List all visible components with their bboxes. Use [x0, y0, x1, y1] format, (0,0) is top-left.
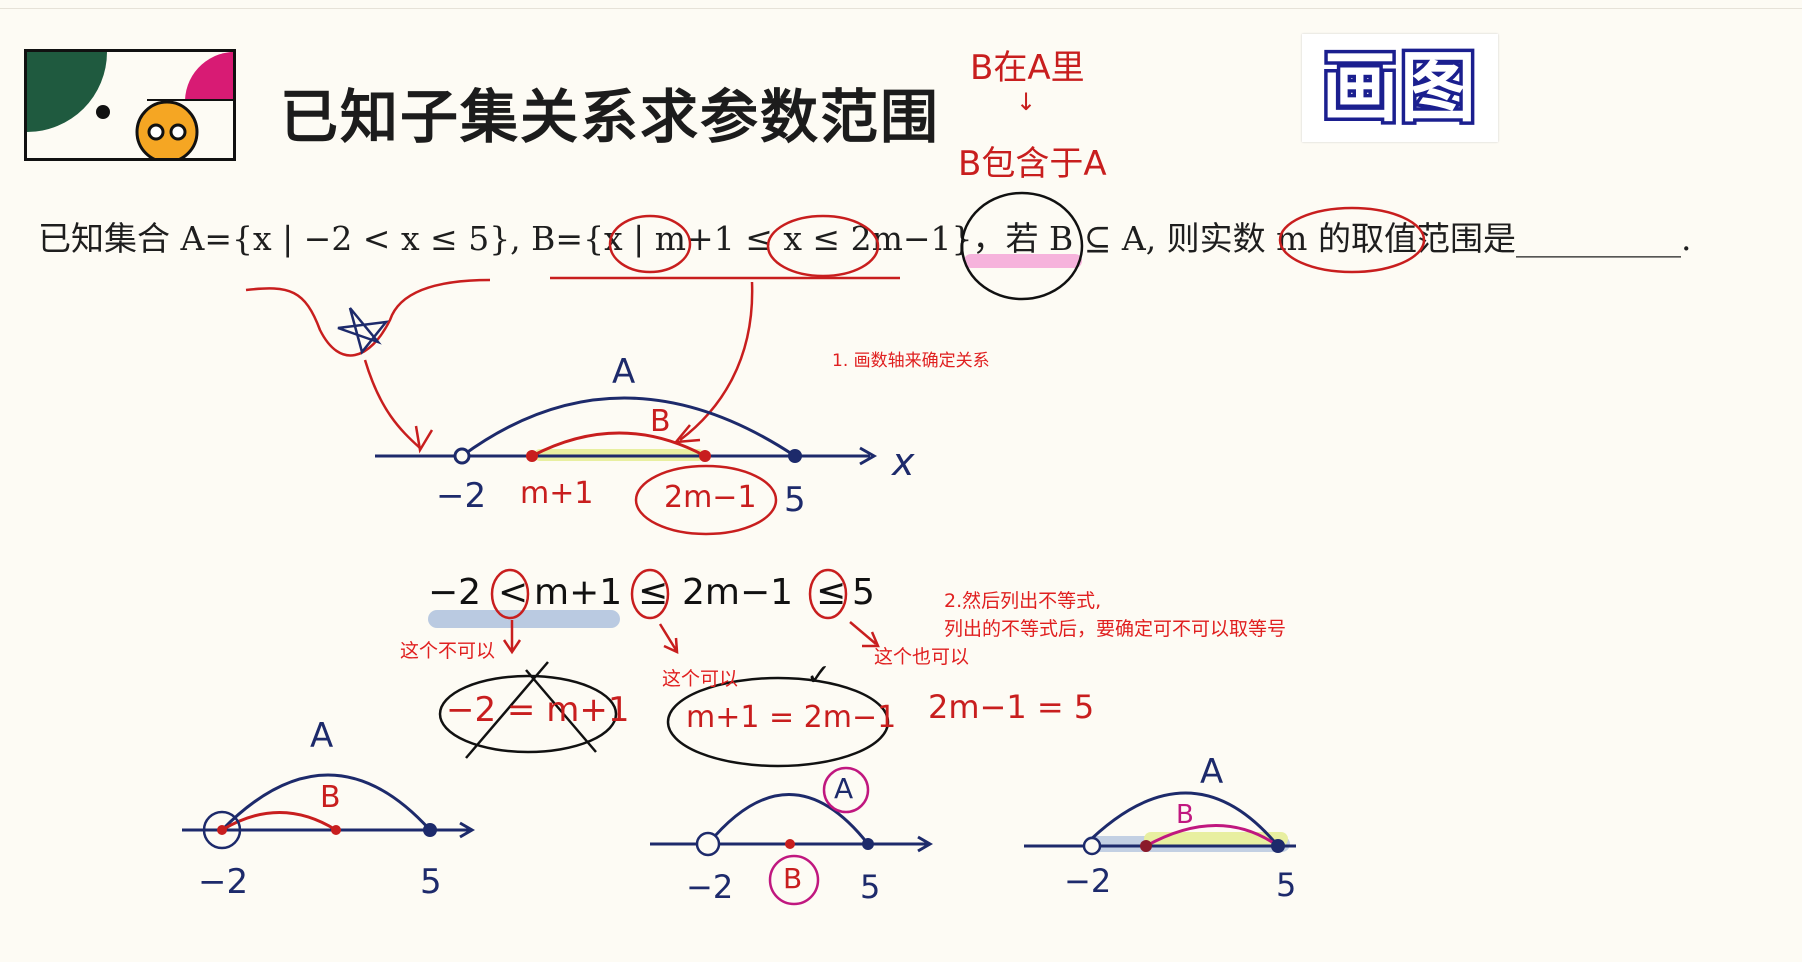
label-x: x [892, 440, 915, 484]
equation-1: −2 = m+1 [446, 690, 630, 730]
case1-tick-5: 5 [420, 862, 442, 902]
ineq-2m-minus-1: 2m−1 [682, 572, 794, 613]
tick-5: 5 [784, 480, 806, 520]
point-m-plus-1 [526, 450, 538, 462]
arrow-head-left [414, 425, 434, 454]
ineq-neg2: −2 [428, 572, 482, 613]
note-not-ok: 这个不可以 [400, 640, 496, 662]
circle-m-plus-1 [608, 214, 692, 274]
ineq-op-le-1: ≤ [638, 572, 669, 613]
case3-tick-5: 5 [1276, 866, 1297, 904]
case1-label-b: B [320, 780, 341, 815]
ineq-op-le-2: ≤ [816, 572, 847, 613]
open-point-neg2 [453, 447, 471, 465]
case2-label-b: B [783, 862, 803, 895]
circle-range-word [1278, 206, 1426, 274]
axis-case-3 [1024, 791, 1296, 856]
tick-m-plus-1: m+1 [520, 476, 594, 511]
closed-point-5 [788, 449, 802, 463]
ineq-op-lt: < [498, 572, 529, 613]
case3-label-b: B [1176, 800, 1194, 830]
star-mark [337, 307, 389, 355]
equation-3: 2m−1 = 5 [928, 688, 1095, 726]
note-ok: 这个可以 [662, 668, 739, 690]
note-step2-line2: 列出的不等式后，要确定可不可以取等号 [944, 618, 1287, 640]
note-step1: 1. 画数轴来确定关系 [832, 351, 990, 371]
case2-tick-5: 5 [860, 868, 881, 906]
tick-2m-minus-1: 2m−1 [664, 480, 757, 515]
label-a: A [612, 352, 636, 392]
ineq-5: 5 [852, 572, 875, 613]
note-also-ok: 这个也可以 [874, 646, 970, 668]
arrow-to-axis-left [363, 359, 421, 449]
tick-neg2: −2 [436, 476, 487, 516]
case2-label-a: A [834, 772, 854, 805]
problem-annotations [245, 206, 1426, 454]
circle-b-subset-a [960, 191, 1084, 301]
case1-label-a: A [310, 716, 334, 756]
note-step2-line1: 2.然后列出不等式, [944, 590, 1102, 612]
check-mark: ✓ [806, 658, 832, 693]
case2-tick-neg2: −2 [686, 868, 734, 906]
circle-2m-minus-1 [766, 214, 880, 278]
ineq-m-plus-1: m+1 [534, 572, 623, 613]
case1-tick-neg2: −2 [198, 862, 249, 902]
case3-tick-neg2: −2 [1064, 862, 1112, 900]
equation-2: m+1 = 2m−1 [686, 700, 897, 735]
label-b: B [650, 404, 671, 439]
case3-label-a: A [1200, 752, 1224, 792]
arc-a [461, 396, 796, 458]
point-2m-minus-1 [699, 450, 711, 462]
